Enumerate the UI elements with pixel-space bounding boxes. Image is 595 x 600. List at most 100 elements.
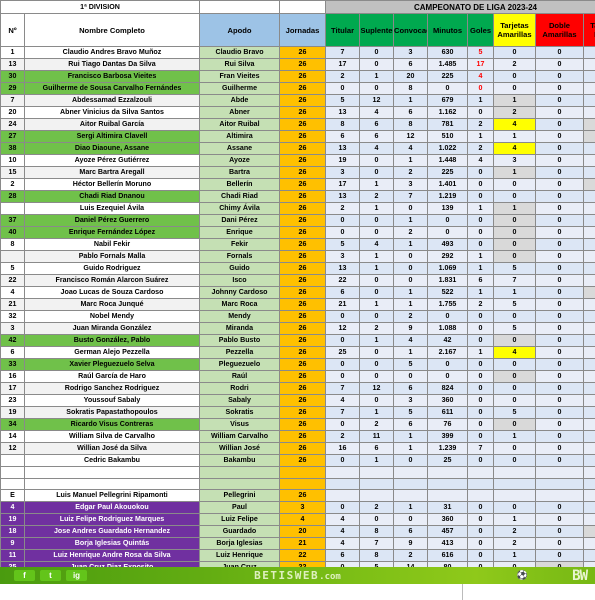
player-yellow: 0: [493, 382, 536, 395]
player-starter: 4: [325, 537, 360, 551]
player-goals: 0: [467, 549, 494, 563]
row-number: 18: [0, 525, 25, 539]
player-called-up: 0: [393, 274, 428, 287]
player-full-name: Sokratis Papastathopoulos: [24, 406, 200, 419]
player-goals: 0: [467, 537, 494, 551]
player-starter: [325, 477, 360, 491]
player-full-name: Guilherme de Sousa Carvalho Fernándes: [24, 82, 200, 95]
table-row: Luis Ezequiel Ávila Chimy Ávila 26 2 1 0 139 1 1…: [0, 202, 595, 215]
player-sub: 1: [359, 298, 394, 311]
player-goals: 0: [467, 382, 494, 395]
player-matchdays: 26: [279, 142, 326, 155]
player-starter: [325, 489, 360, 503]
player-matchdays: 26: [279, 250, 326, 263]
player-red: 0: [583, 454, 595, 467]
player-full-name: Luis Manuel Pellegrini Ripamonti: [24, 489, 200, 503]
player-red: 0: [583, 406, 595, 419]
player-yellow: 4: [493, 346, 536, 359]
player-red: 0: [583, 418, 595, 431]
player-double-yellow: 0: [535, 442, 584, 455]
table-row: 5Guido RodriguezGuido2613101.0691500: [0, 262, 595, 275]
player-called-up: 0: [393, 513, 428, 527]
player-goals: 0: [467, 214, 494, 227]
table-row: 17 Rodrigo Sanchez Rodriguez Rodri 26 7 12 6 82…: [0, 382, 595, 395]
table-row: 23Youssouf SabalySabaly264033600000: [0, 394, 595, 407]
player-goals: 0: [467, 334, 494, 347]
player-yellow: 0: [493, 226, 536, 239]
player-nickname: Johnny Cardoso: [199, 286, 280, 299]
col-header-matchdays: Jornadas: [279, 13, 326, 47]
player-starter: 0: [325, 310, 360, 323]
player-called-up: 2: [393, 226, 428, 239]
table-row: 4 Joao Lucas de Souza Cardoso Johnny Cardo…: [0, 286, 595, 299]
row-number: 17: [0, 382, 25, 395]
table-row: 30 Francisco Barbosa Vieites Fran Vieites 2…: [0, 70, 595, 83]
player-yellow: 1: [493, 130, 536, 143]
row-number: 21: [0, 298, 25, 311]
social-links[interactable]: f t ig: [14, 570, 87, 581]
player-yellow: 0: [493, 238, 536, 251]
player-yellow: 2: [493, 106, 536, 119]
player-matchdays: 26: [279, 286, 326, 299]
player-matchdays: 26: [279, 94, 326, 107]
row-number: 24: [0, 118, 25, 131]
player-yellow: 1: [493, 549, 536, 563]
player-starter: 0: [325, 418, 360, 431]
row-number: 34: [0, 418, 25, 431]
player-full-name: Marc Roca Junqué: [24, 298, 200, 311]
player-double-yellow: 0: [535, 322, 584, 335]
twitter-icon[interactable]: t: [40, 570, 61, 581]
player-matchdays: 20: [279, 525, 326, 539]
player-minutes: 1.162: [427, 106, 468, 119]
player-red: 1: [583, 442, 595, 455]
player-called-up: 1: [393, 154, 428, 167]
table-row: 6 German Alejo Pezzella Pezzella 26 25 0 1 2.16…: [0, 346, 595, 359]
player-minutes: 457: [427, 525, 468, 539]
player-double-yellow: 0: [535, 406, 584, 419]
player-called-up: 3: [393, 178, 428, 191]
player-sub: 0: [359, 370, 394, 383]
player-starter: 4: [325, 394, 360, 407]
player-double-yellow: [535, 477, 584, 491]
below-banner-strip: [0, 584, 595, 600]
player-matchdays: 26: [279, 382, 326, 395]
table-row: 27 Sergi Altimira Clavell Altimira 26 6 6 12 51…: [0, 130, 595, 143]
player-starter: 25: [325, 346, 360, 359]
instagram-icon[interactable]: ig: [66, 570, 87, 581]
player-full-name: Claudio Andres Bravo Muñoz: [24, 46, 200, 59]
player-sub: 8: [359, 525, 394, 539]
player-nickname: Ayoze: [199, 154, 280, 167]
player-yellow: 0: [493, 310, 536, 323]
player-double-yellow: 0: [535, 358, 584, 371]
player-minutes: 522: [427, 286, 468, 299]
player-matchdays: [279, 477, 326, 491]
player-nickname: Enrique: [199, 226, 280, 239]
player-starter: 16: [325, 442, 360, 455]
player-double-yellow: 0: [535, 537, 584, 551]
row-number: 8: [0, 238, 25, 251]
row-number: 5: [0, 262, 25, 275]
player-minutes: 360: [427, 394, 468, 407]
row-number: 7: [0, 94, 25, 107]
facebook-icon[interactable]: f: [14, 570, 35, 581]
player-goals: 0: [467, 322, 494, 335]
player-red: 0: [583, 190, 595, 203]
player-full-name: Luiz Felipe Rodriguez Marques: [24, 513, 200, 527]
player-yellow: 3: [493, 154, 536, 167]
player-red: 0: [583, 322, 595, 335]
player-yellow: 2: [493, 525, 536, 539]
player-double-yellow: 0: [535, 238, 584, 251]
player-yellow: 5: [493, 298, 536, 311]
player-goals: [467, 466, 494, 479]
player-double-yellow: 0: [535, 430, 584, 443]
row-number: 3: [0, 322, 25, 335]
player-starter: 13: [325, 262, 360, 275]
player-goals: 5: [467, 46, 494, 59]
player-goals: 0: [467, 226, 494, 239]
player-double-yellow: 0: [535, 166, 584, 179]
player-red: [583, 489, 595, 503]
player-minutes: 0: [427, 226, 468, 239]
player-red: 0: [583, 430, 595, 443]
player-nickname: Guardado: [199, 525, 280, 539]
player-full-name: Nobel Mendy: [24, 310, 200, 323]
